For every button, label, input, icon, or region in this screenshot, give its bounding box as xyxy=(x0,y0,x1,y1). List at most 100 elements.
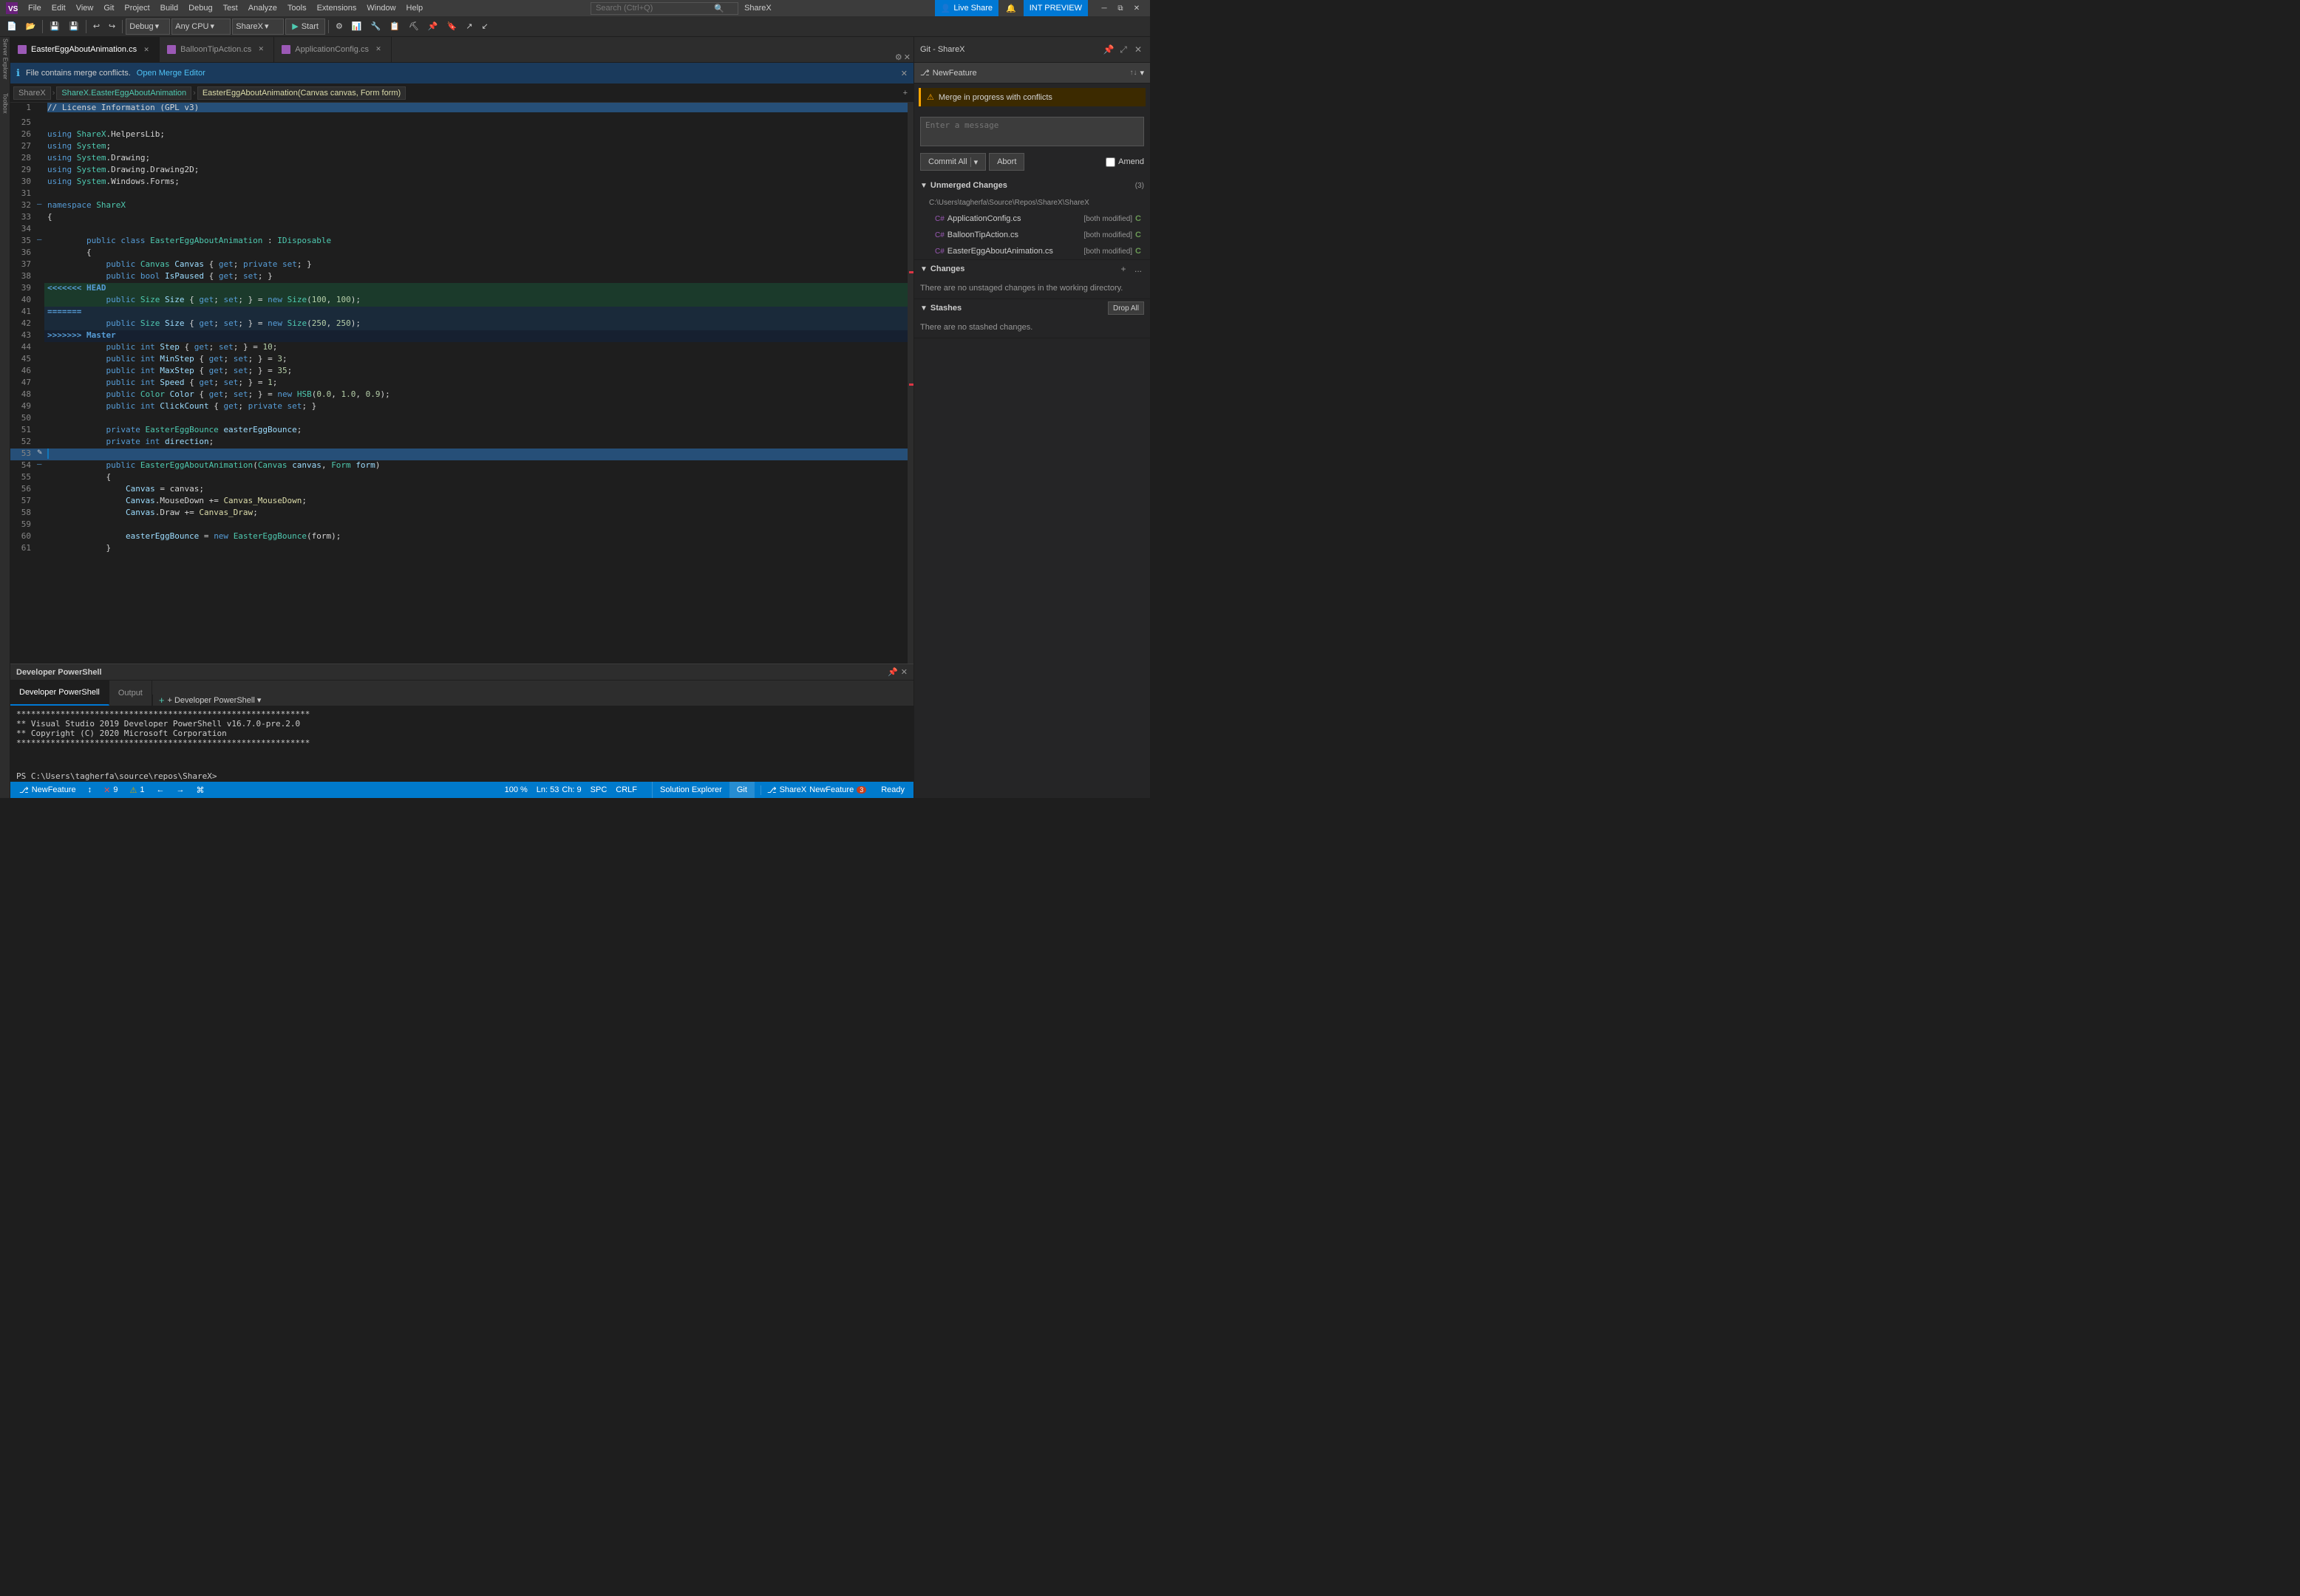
menu-git[interactable]: Git xyxy=(99,2,118,14)
start-button[interactable]: ▶ Start xyxy=(285,18,325,35)
toolbar-btn-3[interactable]: 🔧 xyxy=(367,18,385,35)
code-editor[interactable]: 1 // License Information (GPL v3) 25 26u… xyxy=(10,103,913,664)
stashes-header[interactable]: ▼ Stashes Drop All xyxy=(914,299,1150,317)
save-icon: 💾 xyxy=(50,21,60,31)
commit-dropdown-icon[interactable]: ▾ xyxy=(970,157,979,167)
git-file-balloon[interactable]: C# BalloonTipAction.cs [both modified] C xyxy=(914,227,1150,243)
abort-button[interactable]: Abort xyxy=(989,153,1024,171)
toolbar-btn-6[interactable]: 📌 xyxy=(424,18,442,35)
toolbar-btn-4[interactable]: 📋 xyxy=(386,18,404,35)
git-branch-status[interactable]: ⎇ ShareX NewFeature 3 xyxy=(761,785,872,795)
menu-edit[interactable]: Edit xyxy=(47,2,70,14)
amend-checkbox[interactable]: Amend xyxy=(1106,157,1144,167)
unmerged-header[interactable]: ▼ Unmerged Changes (3) xyxy=(914,177,1150,194)
branch-selector[interactable]: ⎇ NewFeature ↑↓ ▾ xyxy=(914,63,1150,83)
tab-output[interactable]: Output xyxy=(109,680,152,706)
search-input[interactable] xyxy=(596,4,714,13)
code-line-35: 35─ public class EasterEggAboutAnimation… xyxy=(10,236,908,248)
toolbar-btn-5[interactable]: ⛏ xyxy=(405,18,423,35)
zoom-level[interactable]: 100 % xyxy=(502,785,531,794)
line-col[interactable]: Ln: 53 Ch: 9 xyxy=(534,785,585,794)
new-project-btn[interactable]: 📄 xyxy=(3,18,21,35)
git-panel-title: Git - ShareX xyxy=(920,45,1103,54)
menu-view[interactable]: View xyxy=(72,2,98,14)
more-changes-icon[interactable]: ... xyxy=(1132,263,1144,275)
toolbar-btn-1[interactable]: ⚙ xyxy=(332,18,347,35)
toolbar-btn-9[interactable]: ↙ xyxy=(478,18,492,35)
method-selector[interactable]: EasterEggAboutAnimation(Canvas canvas, F… xyxy=(197,86,406,100)
space-indicator[interactable]: SPC xyxy=(588,785,610,794)
sep1 xyxy=(42,20,43,33)
menu-analyze[interactable]: Analyze xyxy=(244,2,282,14)
toolbox-tab[interactable]: Toolbox xyxy=(0,81,10,126)
menu-project[interactable]: Project xyxy=(120,2,154,14)
scrollbar[interactable] xyxy=(908,103,913,664)
git-file-appconfig[interactable]: C# ApplicationConfig.cs [both modified] … xyxy=(914,211,1150,227)
tab-settings-icon[interactable]: ⚙ xyxy=(895,52,902,62)
warning-status[interactable]: ⚠ 1 xyxy=(126,785,147,795)
git-panel-btn[interactable]: Git xyxy=(729,782,755,798)
tab-close-icon[interactable]: ✕ xyxy=(141,44,152,55)
tab-more-icon[interactable]: ✕ xyxy=(904,52,911,62)
menu-test[interactable]: Test xyxy=(219,2,242,14)
menu-build[interactable]: Build xyxy=(156,2,183,14)
project-selector[interactable]: ShareX xyxy=(13,86,51,100)
toolbar-btn-7[interactable]: 🔖 xyxy=(443,18,461,35)
namespace-selector[interactable]: ShareX.EasterEggAboutAnimation xyxy=(56,86,191,100)
git-close-icon[interactable]: ✕ xyxy=(1132,44,1144,55)
menu-file[interactable]: File xyxy=(24,2,46,14)
open-btn[interactable]: 📂 xyxy=(22,18,40,35)
close-panel-icon[interactable]: ✕ xyxy=(901,667,908,677)
amend-input[interactable] xyxy=(1106,157,1115,167)
encoding-indicator[interactable]: CRLF xyxy=(613,785,640,794)
commit-all-button[interactable]: Commit All ▾ xyxy=(920,153,986,171)
error-status[interactable]: ✕ 9 xyxy=(101,785,120,795)
tab-easter-egg[interactable]: EasterEggAboutAnimation.cs ✕ xyxy=(10,37,160,62)
nav-more[interactable]: ⌘ xyxy=(193,785,207,795)
terminal-content[interactable]: ****************************************… xyxy=(10,706,913,782)
server-explorer-tab[interactable]: Server Explorer xyxy=(0,37,10,81)
git-pin-icon[interactable]: 📌 xyxy=(1103,44,1115,55)
start-project-dropdown[interactable]: ShareX ▾ xyxy=(232,18,284,35)
merge-bar-close-icon[interactable]: ✕ xyxy=(901,69,908,78)
commit-message-input[interactable] xyxy=(920,117,1144,146)
toolbar-btn-8[interactable]: ↗ xyxy=(462,18,476,35)
minimize-button[interactable]: ─ xyxy=(1097,2,1112,14)
git-file-easteregg[interactable]: C# EasterEggAboutAnimation.cs [both modi… xyxy=(914,243,1150,259)
tab-balloon[interactable]: BalloonTipAction.cs ✕ xyxy=(160,37,274,62)
open-merge-editor-link[interactable]: Open Merge Editor xyxy=(137,69,205,78)
drop-all-button[interactable]: Drop All xyxy=(1108,301,1144,315)
nav-forward[interactable]: → xyxy=(173,785,187,794)
tab-close-icon-2[interactable]: ✕ xyxy=(256,44,266,55)
sync-status[interactable]: ↕ xyxy=(85,785,95,794)
menu-window[interactable]: Window xyxy=(362,2,400,14)
menu-debug[interactable]: Debug xyxy=(184,2,217,14)
debug-config-dropdown[interactable]: Debug ▾ xyxy=(126,18,170,35)
add-changes-icon[interactable]: + xyxy=(1117,263,1129,275)
branch-status[interactable]: ⎇ NewFeature xyxy=(16,785,79,795)
changes-header[interactable]: ▼ Changes + ... xyxy=(914,260,1150,278)
solution-explorer-btn[interactable]: Solution Explorer xyxy=(653,782,729,798)
pin-icon[interactable]: 📌 xyxy=(888,667,898,677)
menu-extensions[interactable]: Extensions xyxy=(313,2,361,14)
bell-icon[interactable]: 🔔 xyxy=(1001,4,1021,13)
int-preview-button[interactable]: INT PREVIEW xyxy=(1024,0,1088,16)
live-share-button[interactable]: 👤 Live Share xyxy=(935,0,998,16)
platform-dropdown[interactable]: Any CPU ▾ xyxy=(171,18,231,35)
toolbar-btn-2[interactable]: 📊 xyxy=(348,18,366,35)
restore-button[interactable]: ⧉ xyxy=(1113,2,1128,14)
nav-back[interactable]: ← xyxy=(153,785,167,794)
save-all-btn[interactable]: 💾 xyxy=(65,18,83,35)
menu-tools[interactable]: Tools xyxy=(283,2,311,14)
tab-powershell[interactable]: Developer PowerShell xyxy=(10,680,109,706)
close-button[interactable]: ✕ xyxy=(1129,2,1144,14)
save-btn[interactable]: 💾 xyxy=(46,18,64,35)
tab-appconfig[interactable]: ApplicationConfig.cs ✕ xyxy=(274,37,392,62)
add-terminal-btn[interactable]: + + Developer PowerShell ▾ xyxy=(152,695,268,706)
tab-close-icon-3[interactable]: ✕ xyxy=(373,44,384,55)
breadcrumb-add-icon[interactable]: + xyxy=(900,89,911,98)
menu-help[interactable]: Help xyxy=(402,2,428,14)
redo-btn[interactable]: ↪ xyxy=(105,18,119,35)
git-expand-icon[interactable]: ⤢ xyxy=(1117,44,1129,55)
undo-btn[interactable]: ↩ xyxy=(89,18,103,35)
